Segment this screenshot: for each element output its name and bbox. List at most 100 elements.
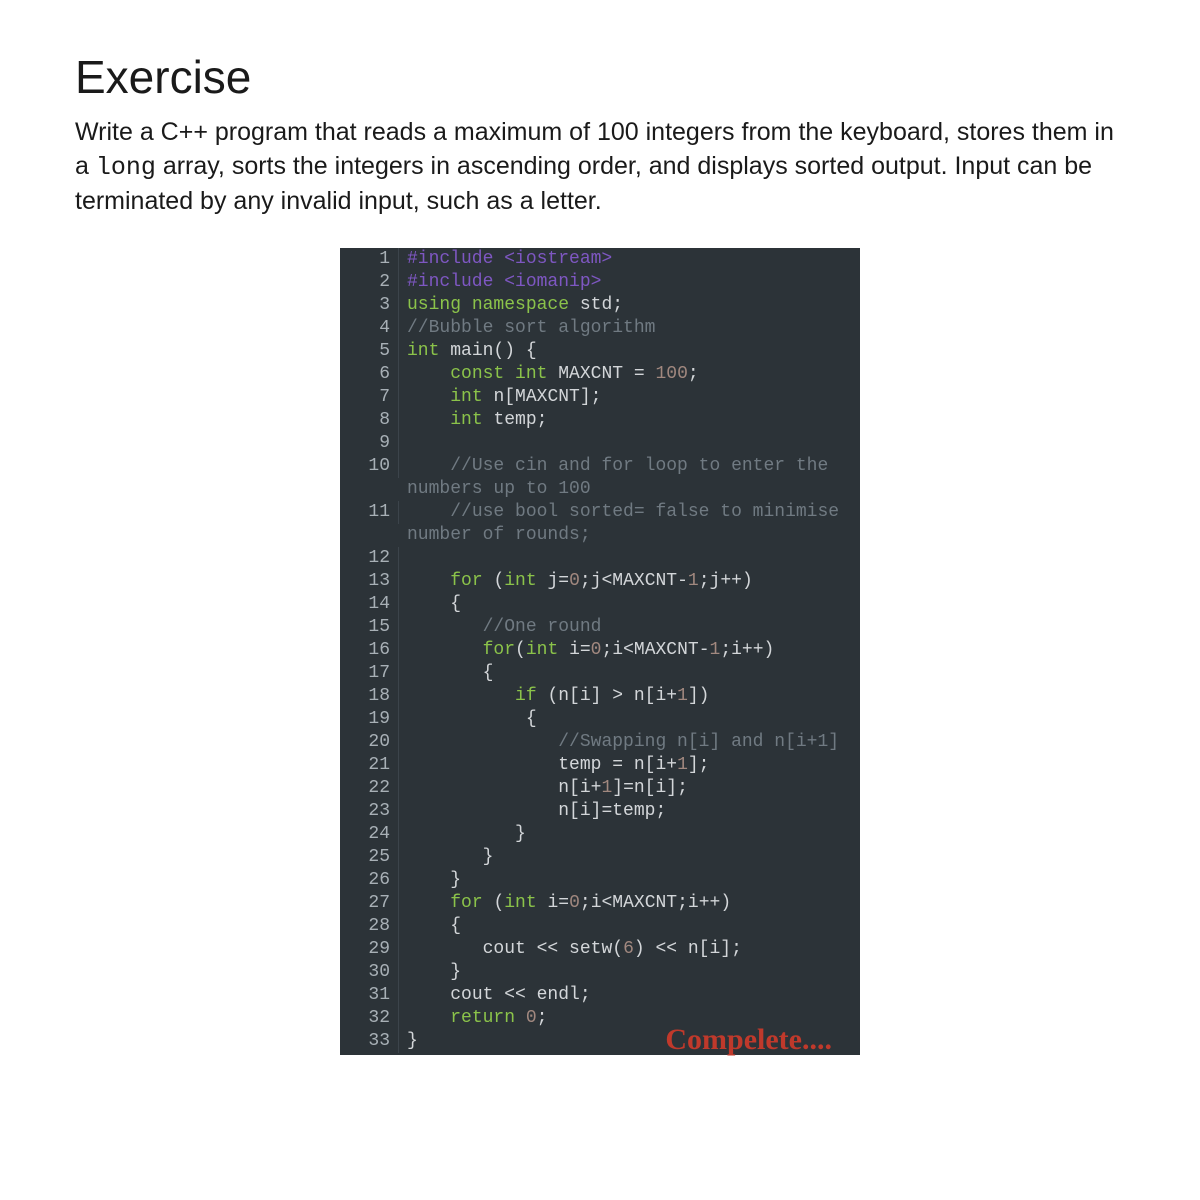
code-token: (n[i] > n[i+ [547,686,677,706]
code-token: } [407,824,526,844]
code-content: //One round [399,616,860,639]
line-number: 14 [340,593,399,616]
code-token [407,640,483,660]
code-content: for(int i=0;i<MAXCNT-1;i++) [399,639,860,662]
code-token: for [450,571,493,591]
code-token: <iostream> [504,249,612,269]
code-content: for (int j=0;j<MAXCNT-1;j++) [399,570,860,593]
code-token: 100 [655,364,687,384]
code-token: const int [450,364,558,384]
line-number: 20 [340,731,399,754]
code-token: cout << setw( [407,939,623,959]
code-token: <iomanip> [504,272,601,292]
code-token: MAXCNT = [558,364,655,384]
code-content: n[i]=temp; [399,800,860,823]
code-token [407,1008,450,1028]
code-line: 5int main() { [340,340,860,363]
code-token: ( [493,571,504,591]
code-token: j= [547,571,569,591]
line-number: 21 [340,754,399,777]
code-line: 2#include <iomanip> [340,271,860,294]
code-line: 17 { [340,662,860,685]
code-token [407,433,418,453]
code-token: 1 [601,778,612,798]
code-token: temp; [493,410,547,430]
line-number: 27 [340,892,399,915]
code-token [407,617,483,637]
code-token: 6 [623,939,634,959]
code-content: for (int i=0;i<MAXCNT;i++) [399,892,860,915]
code-token: int [504,893,547,913]
code-editor: 1#include <iostream>2#include <iomanip> 3… [340,248,860,1055]
code-token: { [407,663,493,683]
code-content: using namespace std; [399,294,860,317]
code-token: //Use cin and for loop to enter the numb… [407,456,839,499]
code-token: int [407,341,450,361]
line-number: 1 [340,248,399,271]
line-number: 18 [340,685,399,708]
code-content: const int MAXCNT = 100; [399,363,860,386]
code-token: 0 [526,1008,537,1028]
code-line: 31 cout << endl; [340,984,860,1007]
line-number: 25 [340,846,399,869]
code-token [407,571,450,591]
code-token [407,410,450,430]
code-token: temp = n[i+ [407,755,677,775]
code-token: 1 [677,755,688,775]
code-content: if (n[i] > n[i+1]) [399,685,860,708]
code-content: } [399,961,860,984]
line-number: 29 [340,938,399,961]
code-line: 6 const int MAXCNT = 100; [340,363,860,386]
code-token: { [407,916,461,936]
code-token: //One round [483,617,602,637]
code-content: n[i+1]=n[i]; [399,777,860,800]
line-number: 26 [340,869,399,892]
code-line: 20 //Swapping n[i] and n[i+1] [340,731,860,754]
code-token: n[i+ [407,778,601,798]
code-line: 27 for (int i=0;i<MAXCNT;i++) [340,892,860,915]
line-number: 32 [340,1007,399,1030]
code-token: int [450,410,493,430]
code-token: 1 [677,686,688,706]
code-token: ;j++) [699,571,753,591]
line-number: 9 [340,432,399,455]
code-content [399,432,860,455]
line-number: 30 [340,961,399,984]
code-token: } [407,870,461,890]
code-content: int temp; [399,409,860,432]
page-title: Exercise [75,50,1125,104]
code-line: 22 n[i+1]=n[i]; [340,777,860,800]
code-token: ]=n[i]; [612,778,688,798]
code-token: std; [580,295,623,315]
code-token: 0 [591,640,602,660]
code-token: int [450,387,493,407]
code-token: n[i]=temp; [407,801,666,821]
prompt-mono: long [96,153,156,182]
line-number: 10 [340,455,399,478]
line-number: 28 [340,915,399,938]
code-token: ; [537,1008,548,1028]
code-line: 21 temp = n[i+1]; [340,754,860,777]
code-line: 1#include <iostream> [340,248,860,271]
code-content: { [399,708,860,731]
line-number: 8 [340,409,399,432]
line-number: 23 [340,800,399,823]
code-line: 25 } [340,846,860,869]
code-token: namespace [472,295,580,315]
code-token: for [483,640,515,660]
code-line: 10 //Use cin and for loop to enter the n… [340,455,860,501]
editor-container: 1#include <iostream>2#include <iomanip> 3… [75,248,1125,1055]
code-line: 30 } [340,961,860,984]
code-token: n[MAXCNT]; [493,387,601,407]
code-token: ; [688,364,699,384]
code-token: } [407,962,461,982]
code-content: //Bubble sort algorithm [399,317,860,340]
code-token: 0 [569,571,580,591]
code-line: 4//Bubble sort algorithm [340,317,860,340]
code-token [407,732,558,752]
line-number: 7 [340,386,399,409]
code-content: //use bool sorted= false to minimise num… [399,501,860,547]
code-token: ( [493,893,504,913]
code-token: { [407,594,461,614]
code-token: ]; [688,755,710,775]
